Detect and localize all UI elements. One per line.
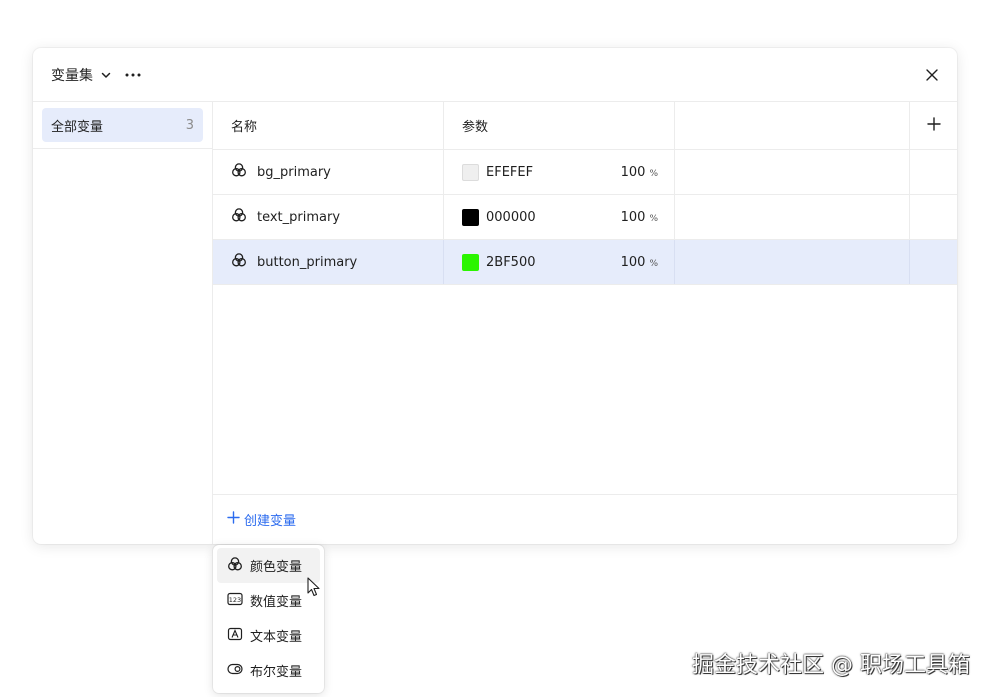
variable-name: bg_primary <box>257 164 331 180</box>
color-swatch[interactable] <box>462 208 479 226</box>
sidebar-item-label: 全部变量 <box>51 119 104 135</box>
sidebar: 全部变量 3 <box>33 102 213 544</box>
menu-item-label: 布尔变量 <box>250 665 303 680</box>
opacity-number: 100 <box>620 209 646 225</box>
column-header-name: 名称 <box>213 102 444 149</box>
variable-name: button_primary <box>257 254 358 270</box>
variable-name-cell: bg_primary <box>213 150 444 194</box>
panel-header: 变量集 <box>33 48 957 102</box>
menu-item-number-variable[interactable]: 123 数值变量 <box>217 583 320 618</box>
ellipsis-icon[interactable] <box>124 66 142 84</box>
color-variable-icon <box>231 207 247 227</box>
column-header-param: 参数 <box>444 102 675 149</box>
menu-item-label: 颜色变量 <box>250 560 303 575</box>
variables-panel: 变量集 全部变量 3 名称 参数 bg_primary EFEFEF 100 %… <box>33 48 957 544</box>
color-hex-value: EFEFEF <box>486 164 534 180</box>
color-swatch[interactable] <box>462 253 479 271</box>
table-row[interactable]: button_primary 2BF500 100 % <box>213 240 957 285</box>
menu-item-boolean-variable[interactable]: 布尔变量 <box>217 653 320 688</box>
chevron-down-icon[interactable] <box>100 69 112 81</box>
menu-item-text-variable[interactable]: 文本变量 <box>217 618 320 653</box>
opacity-value: 100 % <box>621 210 658 225</box>
opacity-unit: % <box>649 168 658 179</box>
color-hex-value: 2BF500 <box>486 254 536 270</box>
opacity-unit: % <box>649 258 658 269</box>
plus-icon <box>926 116 941 135</box>
table-row[interactable]: text_primary 000000 100 % <box>213 195 957 240</box>
text-variable-icon <box>227 627 243 645</box>
add-column-button[interactable] <box>910 102 957 149</box>
close-icon[interactable] <box>923 66 941 84</box>
menu-item-label: 数值变量 <box>250 595 303 610</box>
variable-name-cell: button_primary <box>213 240 444 284</box>
variables-table: 名称 参数 bg_primary EFEFEF 100 % text_prima… <box>213 102 957 285</box>
opacity-number: 100 <box>620 254 646 270</box>
opacity-unit: % <box>649 213 658 224</box>
empty-cell <box>675 150 910 194</box>
boolean-variable-icon <box>227 662 243 680</box>
column-header-empty <box>675 102 910 149</box>
menu-item-label: 文本变量 <box>250 630 303 645</box>
empty-cell <box>675 195 910 239</box>
table-header: 名称 参数 <box>213 102 957 150</box>
opacity-value: 100 % <box>621 165 658 180</box>
opacity-number: 100 <box>620 164 646 180</box>
color-hex-value: 000000 <box>486 209 536 225</box>
variable-set-title[interactable]: 变量集 <box>51 65 93 85</box>
color-swatch[interactable] <box>462 163 479 181</box>
empty-cell <box>675 240 910 284</box>
create-variable-button[interactable]: 创建变量 <box>227 510 296 529</box>
plus-icon <box>227 511 240 528</box>
variable-param-cell[interactable]: EFEFEF 100 % <box>444 150 675 194</box>
opacity-value: 100 % <box>621 255 658 270</box>
sidebar-divider <box>33 148 213 149</box>
sidebar-item-all-variables[interactable]: 全部变量 3 <box>42 108 203 142</box>
mouse-cursor-icon <box>307 577 321 598</box>
create-variable-menu: 颜色变量 123 数值变量 文本变量 布尔变量 <box>213 545 324 693</box>
variable-name-cell: text_primary <box>213 195 444 239</box>
color-variable-icon <box>231 252 247 272</box>
variable-param-cell[interactable]: 2BF500 100 % <box>444 240 675 284</box>
menu-item-color-variable[interactable]: 颜色变量 <box>217 548 320 583</box>
color-variable-icon <box>231 162 247 182</box>
variable-name: text_primary <box>257 209 341 225</box>
number-variable-icon: 123 <box>227 592 243 610</box>
table-row[interactable]: bg_primary EFEFEF 100 % <box>213 150 957 195</box>
color-variable-icon <box>227 556 243 576</box>
create-variable-label: 创建变量 <box>244 514 297 529</box>
svg-text:123: 123 <box>229 596 241 604</box>
watermark: 掘金技术社区 @ 职场工具箱 <box>692 653 970 678</box>
table-footer: 创建变量 <box>213 494 957 544</box>
sidebar-item-count: 3 <box>185 117 194 133</box>
variable-param-cell[interactable]: 000000 100 % <box>444 195 675 239</box>
